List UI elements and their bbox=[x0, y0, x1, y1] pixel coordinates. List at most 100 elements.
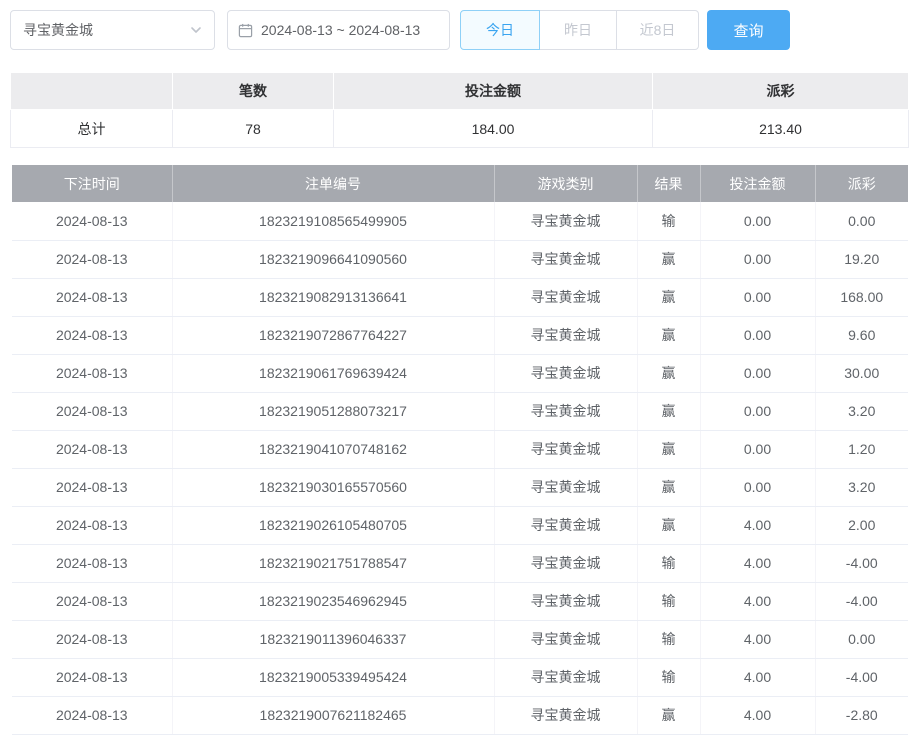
calendar-icon bbox=[238, 23, 253, 38]
bet-time-cell: 2024-08-13 bbox=[12, 316, 172, 354]
bet-amount-cell: 0.00 bbox=[700, 278, 815, 316]
payout-cell: 0.00 bbox=[815, 202, 908, 240]
table-row: 2024-08-131823219041070748162寻宝黄金城赢0.001… bbox=[12, 430, 908, 468]
payout-cell: 0.00 bbox=[815, 620, 908, 658]
payout-cell: 1.20 bbox=[815, 430, 908, 468]
order-id-cell: 1823219011396046337 bbox=[172, 620, 494, 658]
summary-total-bet-amount: 184.00 bbox=[334, 110, 653, 148]
header-result: 结果 bbox=[637, 165, 700, 202]
yesterday-button[interactable]: 昨日 bbox=[539, 10, 617, 50]
game-type-cell: 寻宝黄金城 bbox=[494, 392, 637, 430]
result-cell: 赢 bbox=[637, 316, 700, 354]
order-id-cell: 1823219005339495424 bbox=[172, 658, 494, 696]
header-bet-amount: 投注金额 bbox=[700, 165, 815, 202]
header-payout: 派彩 bbox=[815, 165, 908, 202]
summary-header-blank bbox=[11, 73, 173, 110]
result-cell: 输 bbox=[637, 544, 700, 582]
table-row: 2024-08-131823219072867764227寻宝黄金城赢0.009… bbox=[12, 316, 908, 354]
game-type-cell: 寻宝黄金城 bbox=[494, 278, 637, 316]
table-row: 2024-08-131823219021751788547寻宝黄金城输4.00-… bbox=[12, 544, 908, 582]
bet-time-cell: 2024-08-13 bbox=[12, 544, 172, 582]
payout-cell: 168.00 bbox=[815, 278, 908, 316]
bet-time-cell: 2024-08-13 bbox=[12, 620, 172, 658]
order-id-cell: 1823219023546962945 bbox=[172, 582, 494, 620]
order-id-cell: 1823219021751788547 bbox=[172, 544, 494, 582]
table-row: 2024-08-131823219023546962945寻宝黄金城输4.00-… bbox=[12, 582, 908, 620]
order-id-cell: 1823219082913136641 bbox=[172, 278, 494, 316]
last-8-days-button[interactable]: 近8日 bbox=[616, 10, 699, 50]
order-id-cell: 1823219096641090560 bbox=[172, 240, 494, 278]
game-type-cell: 寻宝黄金城 bbox=[494, 468, 637, 506]
payout-cell: -2.80 bbox=[815, 696, 908, 734]
result-cell: 赢 bbox=[637, 468, 700, 506]
bet-amount-cell: 0.00 bbox=[700, 392, 815, 430]
table-row: 2024-08-131823219030165570560寻宝黄金城赢0.003… bbox=[12, 468, 908, 506]
game-type-cell: 寻宝黄金城 bbox=[494, 240, 637, 278]
bet-amount-cell: 0.00 bbox=[700, 316, 815, 354]
bet-time-cell: 2024-08-13 bbox=[12, 430, 172, 468]
table-row: 2024-08-131823219011396046337寻宝黄金城输4.000… bbox=[12, 620, 908, 658]
table-row: 2024-08-131823219007621182465寻宝黄金城赢4.00-… bbox=[12, 696, 908, 734]
game-select[interactable]: 寻宝黄金城 bbox=[10, 10, 215, 50]
result-cell: 赢 bbox=[637, 278, 700, 316]
summary-header-row: 笔数 投注金额 派彩 bbox=[11, 73, 909, 110]
result-cell: 输 bbox=[637, 620, 700, 658]
table-row: 2024-08-131823219096641090560寻宝黄金城赢0.001… bbox=[12, 240, 908, 278]
game-type-cell: 寻宝黄金城 bbox=[494, 658, 637, 696]
today-button[interactable]: 今日 bbox=[460, 10, 540, 50]
bet-time-cell: 2024-08-13 bbox=[12, 468, 172, 506]
bet-amount-cell: 4.00 bbox=[700, 696, 815, 734]
bet-amount-cell: 4.00 bbox=[700, 582, 815, 620]
payout-cell: 3.20 bbox=[815, 468, 908, 506]
search-button[interactable]: 查询 bbox=[707, 10, 790, 50]
summary-header-bet-amount: 投注金额 bbox=[334, 73, 653, 110]
header-order-id: 注单编号 bbox=[172, 165, 494, 202]
table-body: 2024-08-131823219108565499905寻宝黄金城输0.000… bbox=[12, 202, 908, 734]
table-row: 2024-08-131823219051288073217寻宝黄金城赢0.003… bbox=[12, 392, 908, 430]
game-type-cell: 寻宝黄金城 bbox=[494, 354, 637, 392]
table-row: 2024-08-131823219005339495424寻宝黄金城输4.00-… bbox=[12, 658, 908, 696]
bet-amount-cell: 0.00 bbox=[700, 430, 815, 468]
result-cell: 赢 bbox=[637, 430, 700, 468]
summary-total-payout: 213.40 bbox=[653, 110, 909, 148]
result-cell: 赢 bbox=[637, 354, 700, 392]
order-id-cell: 1823219030165570560 bbox=[172, 468, 494, 506]
summary-total-row: 总计 78 184.00 213.40 bbox=[11, 110, 909, 148]
summary-total-label: 总计 bbox=[11, 110, 173, 148]
table-row: 2024-08-131823219061769639424寻宝黄金城赢0.003… bbox=[12, 354, 908, 392]
game-type-cell: 寻宝黄金城 bbox=[494, 696, 637, 734]
bet-time-cell: 2024-08-13 bbox=[12, 696, 172, 734]
payout-cell: 19.20 bbox=[815, 240, 908, 278]
game-type-cell: 寻宝黄金城 bbox=[494, 620, 637, 658]
payout-cell: 2.00 bbox=[815, 506, 908, 544]
game-type-cell: 寻宝黄金城 bbox=[494, 316, 637, 354]
bet-time-cell: 2024-08-13 bbox=[12, 278, 172, 316]
payout-cell: -4.00 bbox=[815, 658, 908, 696]
bet-records-section: 下注时间 注单编号 游戏类别 结果 投注金额 派彩 2024-08-131823… bbox=[12, 165, 901, 735]
bet-amount-cell: 0.00 bbox=[700, 468, 815, 506]
order-id-cell: 1823219061769639424 bbox=[172, 354, 494, 392]
bet-amount-cell: 0.00 bbox=[700, 240, 815, 278]
date-range-picker[interactable]: 2024-08-13 ~ 2024-08-13 bbox=[227, 10, 450, 50]
payout-cell: -4.00 bbox=[815, 582, 908, 620]
bet-time-cell: 2024-08-13 bbox=[12, 354, 172, 392]
result-cell: 赢 bbox=[637, 696, 700, 734]
order-id-cell: 1823219072867764227 bbox=[172, 316, 494, 354]
payout-cell: 30.00 bbox=[815, 354, 908, 392]
summary-header-count: 笔数 bbox=[173, 73, 334, 110]
bet-amount-cell: 4.00 bbox=[700, 506, 815, 544]
bet-time-cell: 2024-08-13 bbox=[12, 392, 172, 430]
result-cell: 赢 bbox=[637, 240, 700, 278]
payout-cell: 9.60 bbox=[815, 316, 908, 354]
bet-amount-cell: 4.00 bbox=[700, 658, 815, 696]
bet-time-cell: 2024-08-13 bbox=[12, 202, 172, 240]
summary-header-payout: 派彩 bbox=[653, 73, 909, 110]
payout-cell: 3.20 bbox=[815, 392, 908, 430]
toolbar: 寻宝黄金城 2024-08-13 ~ 2024-08-13 今日 昨日 近8日 … bbox=[0, 0, 911, 50]
game-type-cell: 寻宝黄金城 bbox=[494, 582, 637, 620]
result-cell: 赢 bbox=[637, 392, 700, 430]
game-select-value: 寻宝黄金城 bbox=[23, 20, 93, 40]
table-row: 2024-08-131823219108565499905寻宝黄金城输0.000… bbox=[12, 202, 908, 240]
bet-amount-cell: 4.00 bbox=[700, 620, 815, 658]
game-type-cell: 寻宝黄金城 bbox=[494, 544, 637, 582]
